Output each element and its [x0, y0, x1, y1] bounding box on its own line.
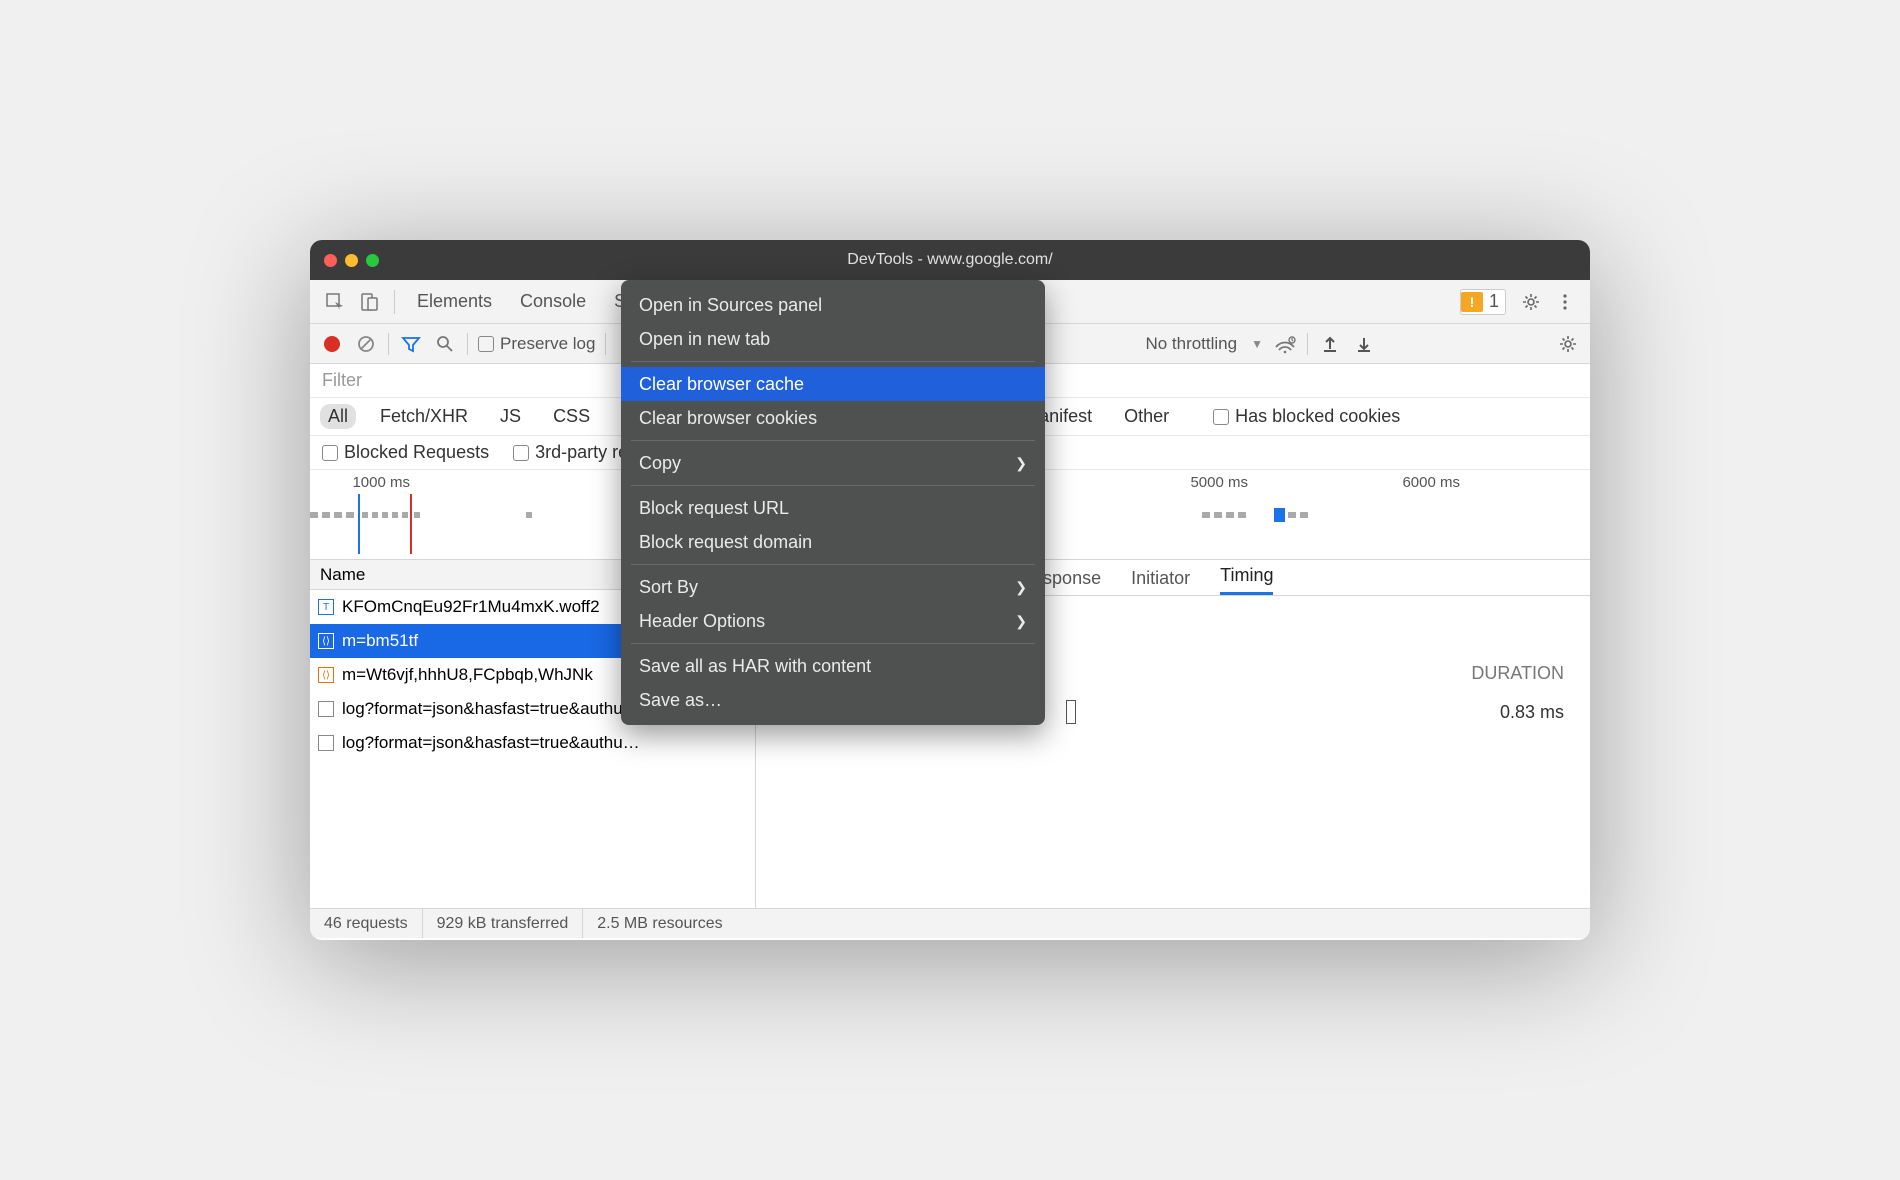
minimize-window-button[interactable]: [345, 254, 358, 267]
filter-type-css[interactable]: CSS: [545, 404, 598, 429]
status-requests: 46 requests: [310, 909, 423, 938]
menu-block-url[interactable]: Block request URL: [621, 491, 1045, 525]
devtools-window: DevTools - www.google.com/ Elements Cons…: [310, 240, 1590, 940]
menu-open-new-tab[interactable]: Open in new tab: [621, 322, 1045, 356]
settings-gear-icon[interactable]: [1516, 287, 1546, 317]
submenu-arrow-icon: ❯: [1015, 613, 1027, 630]
timeline-tick: 5000 ms: [1190, 474, 1248, 491]
submenu-arrow-icon: ❯: [1015, 455, 1027, 472]
menu-copy[interactable]: Copy❯: [621, 446, 1045, 480]
close-window-button[interactable]: [324, 254, 337, 267]
network-settings-gear-icon[interactable]: [1556, 332, 1580, 356]
request-name: KFOmCnqEu92Fr1Mu4mxK.woff2: [342, 597, 600, 617]
more-menu-icon[interactable]: [1550, 287, 1580, 317]
generic-file-icon: [318, 701, 334, 717]
status-transferred: 929 kB transferred: [423, 909, 584, 938]
issues-count: 1: [1489, 291, 1499, 312]
tab-elements[interactable]: Elements: [403, 291, 506, 312]
issues-badge[interactable]: ! 1: [1460, 289, 1506, 315]
menu-save-har[interactable]: Save all as HAR with content: [621, 649, 1045, 683]
domcontentloaded-marker: [358, 494, 360, 554]
timeline-tick: 1000 ms: [352, 474, 410, 491]
timeline-tick: 6000 ms: [1402, 474, 1460, 491]
network-conditions-icon[interactable]: [1273, 332, 1297, 356]
status-bar: 46 requests 929 kB transferred 2.5 MB re…: [310, 908, 1590, 938]
throttling-select[interactable]: No throttling ▼: [1145, 334, 1263, 354]
has-blocked-cookies-checkbox[interactable]: Has blocked cookies: [1213, 406, 1400, 427]
inspect-element-icon[interactable]: [320, 287, 350, 317]
menu-clear-cookies[interactable]: Clear browser cookies: [621, 401, 1045, 435]
detail-tab-timing[interactable]: Timing: [1220, 565, 1273, 595]
clear-icon[interactable]: [354, 332, 378, 356]
submenu-arrow-icon: ❯: [1015, 579, 1027, 596]
menu-open-sources[interactable]: Open in Sources panel: [621, 288, 1045, 322]
titlebar: DevTools - www.google.com/: [310, 240, 1590, 280]
request-name: m=bm51tf: [342, 631, 418, 651]
font-file-icon: T: [318, 599, 334, 615]
filter-type-fetchxhr[interactable]: Fetch/XHR: [372, 404, 476, 429]
menu-save-as[interactable]: Save as…: [621, 683, 1045, 717]
record-button[interactable]: [320, 332, 344, 356]
script-file-icon: ⟨⟩: [318, 633, 334, 649]
request-name: log?format=json&hasfast=true&authu…: [342, 733, 640, 753]
window-title: DevTools - www.google.com/: [310, 251, 1590, 269]
blocked-requests-checkbox[interactable]: Blocked Requests: [322, 442, 489, 463]
preserve-log-checkbox[interactable]: Preserve log: [478, 334, 595, 354]
timeline-selection-marker: [1274, 508, 1285, 522]
status-resources: 2.5 MB resources: [583, 909, 736, 938]
filter-type-js[interactable]: JS: [492, 404, 529, 429]
traffic-lights: [324, 254, 379, 267]
queueing-duration: 0.83 ms: [1500, 702, 1564, 723]
detail-tab-initiator[interactable]: Initiator: [1131, 568, 1190, 595]
filter-icon[interactable]: [399, 332, 423, 356]
queueing-bar: [1066, 700, 1076, 724]
chevron-down-icon: ▼: [1251, 337, 1263, 351]
menu-header-options[interactable]: Header Options❯: [621, 604, 1045, 638]
zoom-window-button[interactable]: [366, 254, 379, 267]
menu-block-domain[interactable]: Block request domain: [621, 525, 1045, 559]
generic-file-icon: [318, 735, 334, 751]
script-file-icon: ⟨⟩: [318, 667, 334, 683]
filter-type-other[interactable]: Other: [1116, 404, 1177, 429]
load-marker: [410, 494, 412, 554]
import-har-icon[interactable]: [1318, 332, 1342, 356]
request-row[interactable]: log?format=json&hasfast=true&authu…: [310, 726, 755, 760]
duration-label: DURATION: [1471, 663, 1564, 684]
export-har-icon[interactable]: [1352, 332, 1376, 356]
tab-console[interactable]: Console: [506, 291, 600, 312]
search-icon[interactable]: [433, 332, 457, 356]
request-name: log?format=json&hasfast=true&authu…: [342, 699, 640, 719]
request-name: m=Wt6vjf,hhhU8,FCpbqb,WhJNk: [342, 665, 593, 685]
device-toggle-icon[interactable]: [354, 287, 384, 317]
menu-clear-cache[interactable]: Clear browser cache: [621, 367, 1045, 401]
filter-type-all[interactable]: All: [320, 404, 356, 429]
menu-sort-by[interactable]: Sort By❯: [621, 570, 1045, 604]
context-menu: Open in Sources panel Open in new tab Cl…: [621, 280, 1045, 725]
warning-icon: !: [1461, 292, 1483, 312]
